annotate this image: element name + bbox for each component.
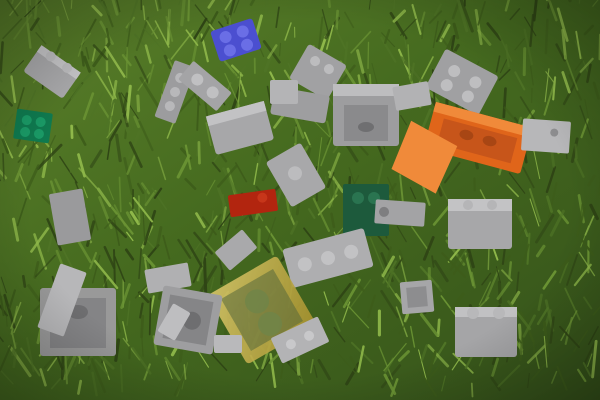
lego-bricks-on-grass-image (0, 0, 600, 400)
photo-scene (0, 0, 600, 400)
vignette (0, 0, 600, 400)
